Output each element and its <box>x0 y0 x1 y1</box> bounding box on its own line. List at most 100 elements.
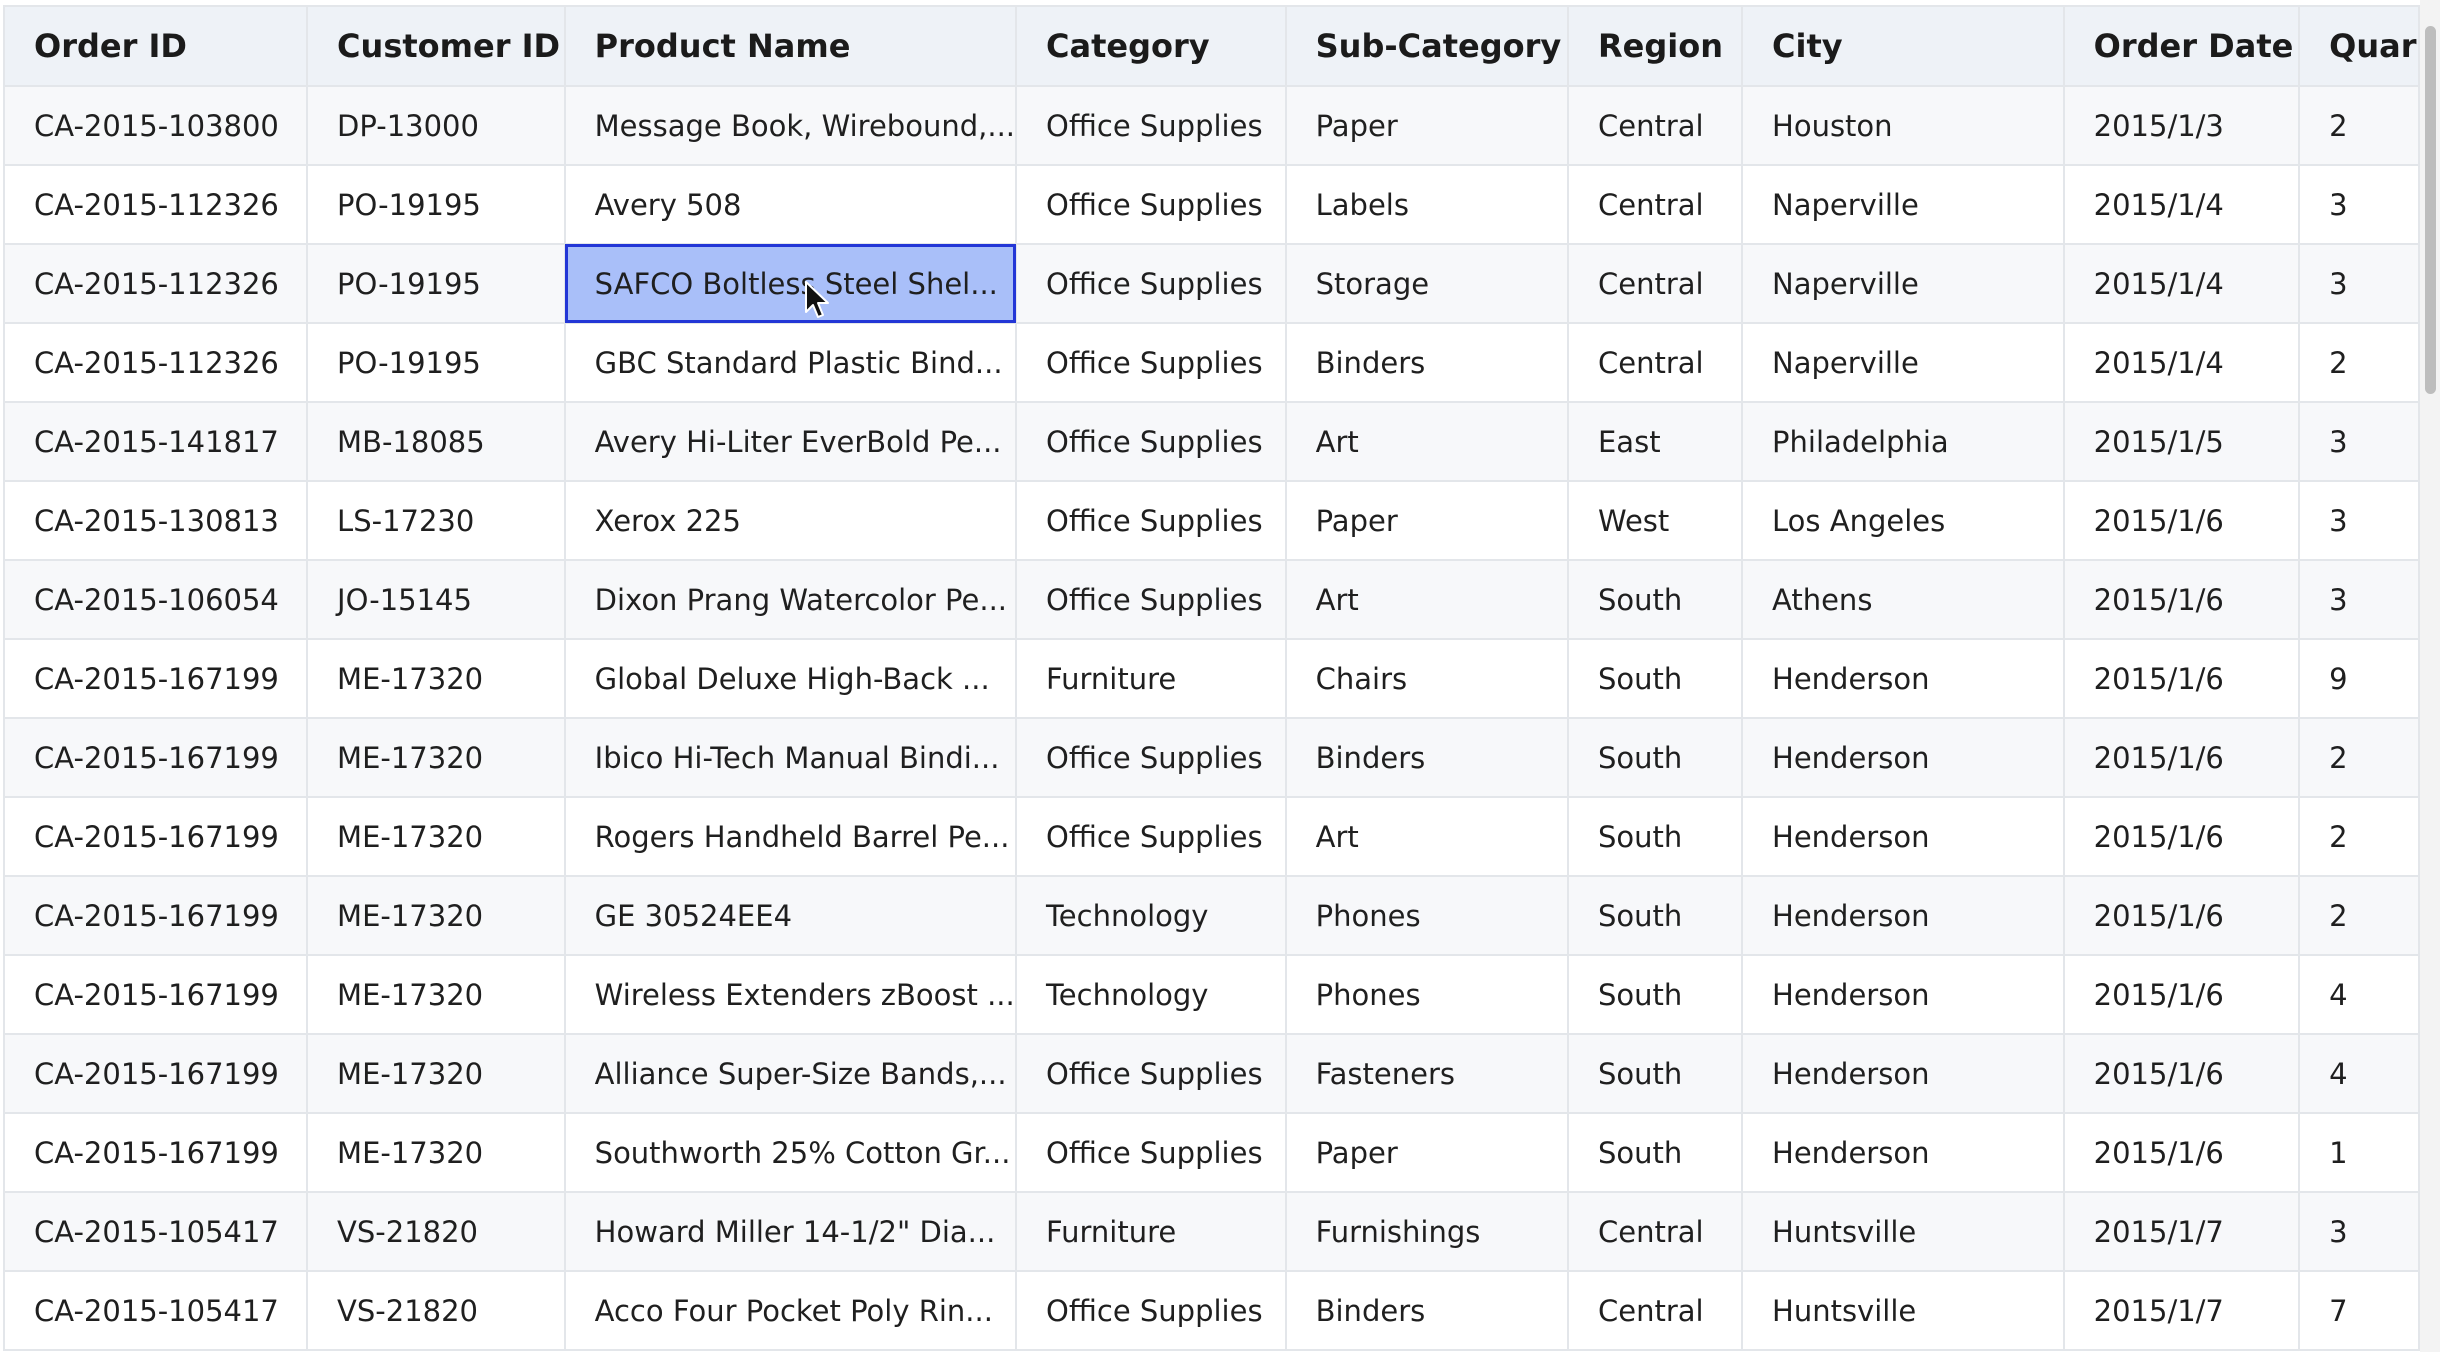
cell-quantity[interactable]: 2 <box>2298 796 2420 877</box>
cell-customer-id[interactable]: PO-19195 <box>306 322 566 403</box>
table-row[interactable]: CA-2015-167199 ME-17320 Global Deluxe High… <box>2 638 2420 719</box>
cell-region[interactable]: South <box>1566 1112 1744 1193</box>
cell-order-date[interactable]: 2015/1/6 <box>2062 954 2301 1035</box>
column-header-order-id[interactable]: Order ID <box>2 5 309 87</box>
cell-region[interactable]: South <box>1566 875 1744 956</box>
cell-region[interactable]: Central <box>1566 322 1744 403</box>
cell-sub-category[interactable]: Binders <box>1284 1270 1569 1351</box>
cell-category[interactable]: Furniture <box>1015 638 1287 719</box>
cell-quantity[interactable]: 3 <box>2298 243 2420 324</box>
table-row[interactable]: CA-2015-141817 MB-18085 Avery Hi-Liter Eve… <box>2 401 2420 482</box>
cell-city[interactable]: Henderson <box>1741 954 2065 1035</box>
scrollbar-thumb[interactable] <box>2425 26 2436 394</box>
column-header-product-name[interactable]: Product Name <box>563 5 1018 87</box>
cell-region[interactable]: Central <box>1566 1191 1744 1272</box>
cell-sub-category[interactable]: Binders <box>1284 717 1569 798</box>
cell-city[interactable]: Henderson <box>1741 1112 2065 1193</box>
cell-city[interactable]: Naperville <box>1741 164 2065 245</box>
cell-category[interactable]: Office Supplies <box>1015 559 1287 640</box>
cell-city[interactable]: Huntsville <box>1741 1191 2065 1272</box>
cell-order-date[interactable]: 2015/1/6 <box>2062 638 2301 719</box>
cell-product-name[interactable]: GE 30524EE4 <box>563 875 1018 956</box>
table-row[interactable]: CA-2015-167199 ME-17320 Ibico Hi-Tech Manu… <box>2 717 2420 798</box>
cell-order-date[interactable]: 2015/1/4 <box>2062 243 2301 324</box>
cell-order-id[interactable]: CA-2015-105417 <box>2 1270 309 1351</box>
cell-product-name[interactable]: Rogers Handheld Barrel Pe... <box>563 796 1018 877</box>
cell-customer-id[interactable]: VS-21820 <box>306 1270 566 1351</box>
cell-region[interactable]: South <box>1566 1033 1744 1114</box>
cell-order-date[interactable]: 2015/1/6 <box>2062 796 2301 877</box>
table-row[interactable]: CA-2015-112326 PO-19195 GBC Standard Plast… <box>2 322 2420 403</box>
table-row[interactable]: CA-2015-167199 ME-17320 Rogers Handheld Ba… <box>2 796 2420 877</box>
cell-category[interactable]: Technology <box>1015 954 1287 1035</box>
cell-quantity[interactable]: 2 <box>2298 717 2420 798</box>
cell-city[interactable]: Philadelphia <box>1741 401 2065 482</box>
cell-quantity[interactable]: 3 <box>2298 480 2420 561</box>
cell-sub-category[interactable]: Paper <box>1284 85 1569 166</box>
cell-category[interactable]: Office Supplies <box>1015 1112 1287 1193</box>
cell-city[interactable]: Henderson <box>1741 796 2065 877</box>
cell-order-id[interactable]: CA-2015-167199 <box>2 638 309 719</box>
cell-city[interactable]: Naperville <box>1741 243 2065 324</box>
table-row[interactable]: CA-2015-167199 ME-17320 Alliance Super-Siz… <box>2 1033 2420 1114</box>
cell-order-date[interactable]: 2015/1/6 <box>2062 1033 2301 1114</box>
table-row[interactable]: CA-2015-106054 JO-15145 Dixon Prang Waterc… <box>2 559 2420 640</box>
cell-region[interactable]: South <box>1566 717 1744 798</box>
cell-region[interactable]: West <box>1566 480 1744 561</box>
cell-region[interactable]: Central <box>1566 85 1744 166</box>
cell-category[interactable]: Office Supplies <box>1015 796 1287 877</box>
cell-product-name[interactable]: Acco Four Pocket Poly Rin... <box>563 1270 1018 1351</box>
cell-customer-id[interactable]: LS-17230 <box>306 480 566 561</box>
cell-order-id[interactable]: CA-2015-103800 <box>2 85 309 166</box>
cell-quantity[interactable]: 4 <box>2298 1033 2420 1114</box>
cell-order-date[interactable]: 2015/1/7 <box>2062 1270 2301 1351</box>
table-row[interactable]: CA-2015-130813 LS-17230 Xerox 225 Office Su… <box>2 480 2420 561</box>
cell-customer-id[interactable]: DP-13000 <box>306 85 566 166</box>
cell-order-date[interactable]: 2015/1/4 <box>2062 164 2301 245</box>
cell-order-id[interactable]: CA-2015-167199 <box>2 1112 309 1193</box>
cell-customer-id[interactable]: MB-18085 <box>306 401 566 482</box>
cell-order-date[interactable]: 2015/1/6 <box>2062 480 2301 561</box>
cell-sub-category[interactable]: Storage <box>1284 243 1569 324</box>
column-header-quantity[interactable]: Quar <box>2298 5 2420 87</box>
cell-region[interactable]: Central <box>1566 243 1744 324</box>
cell-sub-category[interactable]: Chairs <box>1284 638 1569 719</box>
cell-city[interactable]: Henderson <box>1741 638 2065 719</box>
cell-order-date[interactable]: 2015/1/7 <box>2062 1191 2301 1272</box>
selected-cell-product-name[interactable]: SAFCO Boltless Steel Shel... <box>563 243 1018 324</box>
cell-order-id[interactable]: CA-2015-130813 <box>2 480 309 561</box>
cell-city[interactable]: Athens <box>1741 559 2065 640</box>
cell-category[interactable]: Office Supplies <box>1015 717 1287 798</box>
cell-city[interactable]: Henderson <box>1741 875 2065 956</box>
table-row[interactable]: CA-2015-105417 VS-21820 Howard Miller 14-1… <box>2 1191 2420 1272</box>
cell-category[interactable]: Office Supplies <box>1015 85 1287 166</box>
cell-region[interactable]: South <box>1566 954 1744 1035</box>
cell-order-date[interactable]: 2015/1/5 <box>2062 401 2301 482</box>
cell-order-id[interactable]: CA-2015-112326 <box>2 164 309 245</box>
cell-order-date[interactable]: 2015/1/6 <box>2062 875 2301 956</box>
cell-quantity[interactable]: 4 <box>2298 954 2420 1035</box>
table-row[interactable]: CA-2015-105417 VS-21820 Acco Four Pocket P… <box>2 1270 2420 1351</box>
cell-customer-id[interactable]: ME-17320 <box>306 638 566 719</box>
cell-product-name[interactable]: Message Book, Wirebound,... <box>563 85 1018 166</box>
cell-quantity[interactable]: 2 <box>2298 875 2420 956</box>
cell-sub-category[interactable]: Art <box>1284 559 1569 640</box>
column-header-region[interactable]: Region <box>1566 5 1744 87</box>
cell-quantity[interactable]: 3 <box>2298 164 2420 245</box>
cell-region[interactable]: South <box>1566 796 1744 877</box>
cell-category[interactable]: Office Supplies <box>1015 1270 1287 1351</box>
column-header-sub-category[interactable]: Sub-Category <box>1284 5 1569 87</box>
table-row[interactable]: CA-2015-112326 PO-19195 SAFCO Boltless Ste… <box>2 243 2420 324</box>
cell-product-name[interactable]: Xerox 225 <box>563 480 1018 561</box>
cell-quantity[interactable]: 7 <box>2298 1270 2420 1351</box>
cell-category[interactable]: Office Supplies <box>1015 401 1287 482</box>
cell-sub-category[interactable]: Art <box>1284 796 1569 877</box>
cell-product-name[interactable]: Ibico Hi-Tech Manual Bindi... <box>563 717 1018 798</box>
cell-order-date[interactable]: 2015/1/3 <box>2062 85 2301 166</box>
cell-quantity[interactable]: 2 <box>2298 322 2420 403</box>
cell-region[interactable]: Central <box>1566 1270 1744 1351</box>
column-header-order-date[interactable]: Order Date <box>2062 5 2301 87</box>
cell-customer-id[interactable]: VS-21820 <box>306 1191 566 1272</box>
cell-city[interactable]: Naperville <box>1741 322 2065 403</box>
cell-quantity[interactable]: 3 <box>2298 559 2420 640</box>
